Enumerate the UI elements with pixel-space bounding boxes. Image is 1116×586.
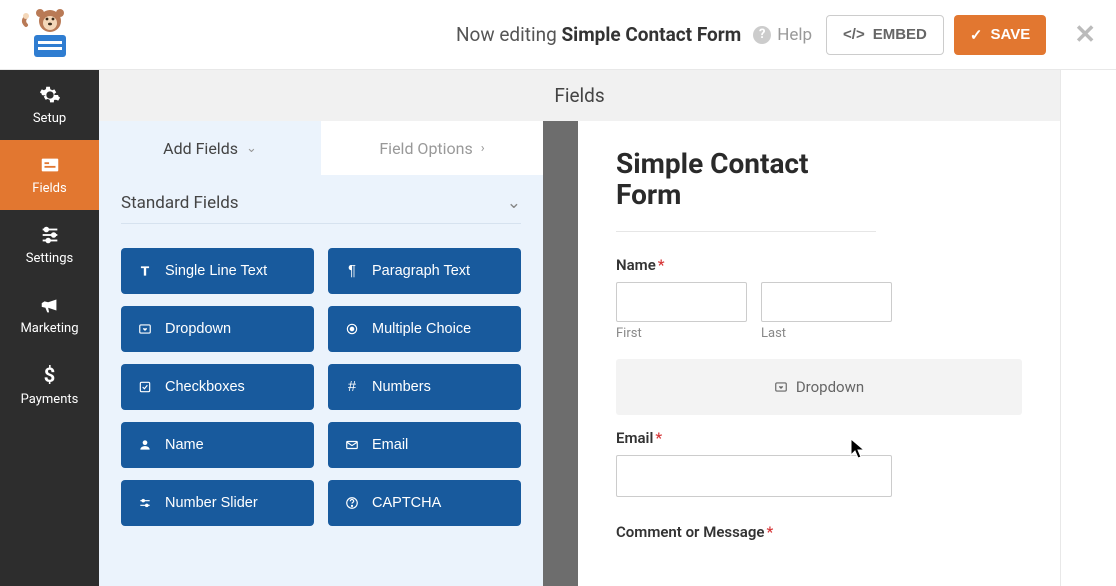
sliders-icon [39, 224, 61, 246]
field-checkboxes[interactable]: Checkboxes [121, 364, 314, 410]
field-single-line-text[interactable]: Single Line Text [121, 248, 314, 294]
label-comment: Comment or Message* [616, 523, 1022, 541]
form-preview: Simple Contact Form Name* First Last Dro… [578, 121, 1060, 586]
label-email: Email* [616, 429, 1022, 447]
envelope-icon [344, 438, 360, 452]
sidebar-nav: Setup Fields Settings Marketing $ Paymen… [0, 70, 99, 586]
field-number-slider[interactable]: Number Slider [121, 480, 314, 526]
section-standard-fields[interactable]: Standard Fields ⌄ [121, 193, 521, 224]
form-title: Simple Contact Form [616, 149, 876, 232]
nav-settings[interactable]: Settings [0, 210, 99, 280]
chevron-down-icon: ⌄ [507, 193, 521, 213]
dollar-icon: $ [44, 363, 55, 387]
slider-icon [137, 496, 153, 510]
chevron-down-icon: ⌄ [246, 141, 257, 156]
user-icon [137, 438, 153, 452]
close-button[interactable]: ✕ [1074, 20, 1096, 50]
text-icon [137, 264, 153, 278]
field-name[interactable]: Name [121, 422, 314, 468]
checkbox-icon [137, 380, 153, 394]
nav-setup[interactable]: Setup [0, 70, 99, 140]
question-icon [344, 496, 360, 510]
field-captcha[interactable]: CAPTCHA [328, 480, 521, 526]
save-button[interactable]: SAVE [954, 15, 1046, 55]
sublabel-first: First [616, 326, 747, 341]
page-title: Fields [99, 70, 1060, 121]
sublabel-last: Last [761, 326, 892, 341]
gear-icon [39, 84, 61, 106]
label-name: Name* [616, 256, 1022, 274]
check-icon [970, 26, 983, 44]
embed-button[interactable]: </> EMBED [826, 15, 944, 55]
radio-icon [344, 322, 360, 336]
input-email[interactable] [616, 455, 892, 497]
chevron-right-icon: › [481, 141, 485, 156]
paragraph-icon: ¶ [344, 263, 360, 279]
hash-icon: # [344, 379, 360, 395]
code-icon: </> [843, 26, 865, 43]
field-dropdown[interactable]: Dropdown [121, 306, 314, 352]
dropdown-dropzone[interactable]: Dropdown [616, 359, 1022, 415]
input-last-name[interactable] [761, 282, 892, 322]
field-numbers[interactable]: #Numbers [328, 364, 521, 410]
field-paragraph-text[interactable]: ¶Paragraph Text [328, 248, 521, 294]
nav-fields[interactable]: Fields [0, 140, 99, 210]
nav-marketing[interactable]: Marketing [0, 280, 99, 350]
tab-field-options[interactable]: Field Options› [321, 121, 543, 175]
dropdown-icon [137, 322, 153, 336]
form-icon [39, 154, 61, 176]
editing-label: Now editing Simple Contact Form [80, 23, 753, 46]
help-icon: ? [753, 26, 771, 44]
tab-add-fields[interactable]: Add Fields⌄ [99, 121, 321, 175]
field-panel: Add Fields⌄ Field Options› Standard Fiel… [99, 121, 543, 586]
dropdown-icon [774, 380, 788, 394]
field-email[interactable]: Email [328, 422, 521, 468]
megaphone-icon [39, 294, 61, 316]
field-multiple-choice[interactable]: Multiple Choice [328, 306, 521, 352]
nav-payments[interactable]: $ Payments [0, 350, 99, 420]
input-first-name[interactable] [616, 282, 747, 322]
app-logo[interactable] [20, 7, 80, 62]
help-link[interactable]: ? Help [753, 25, 812, 45]
